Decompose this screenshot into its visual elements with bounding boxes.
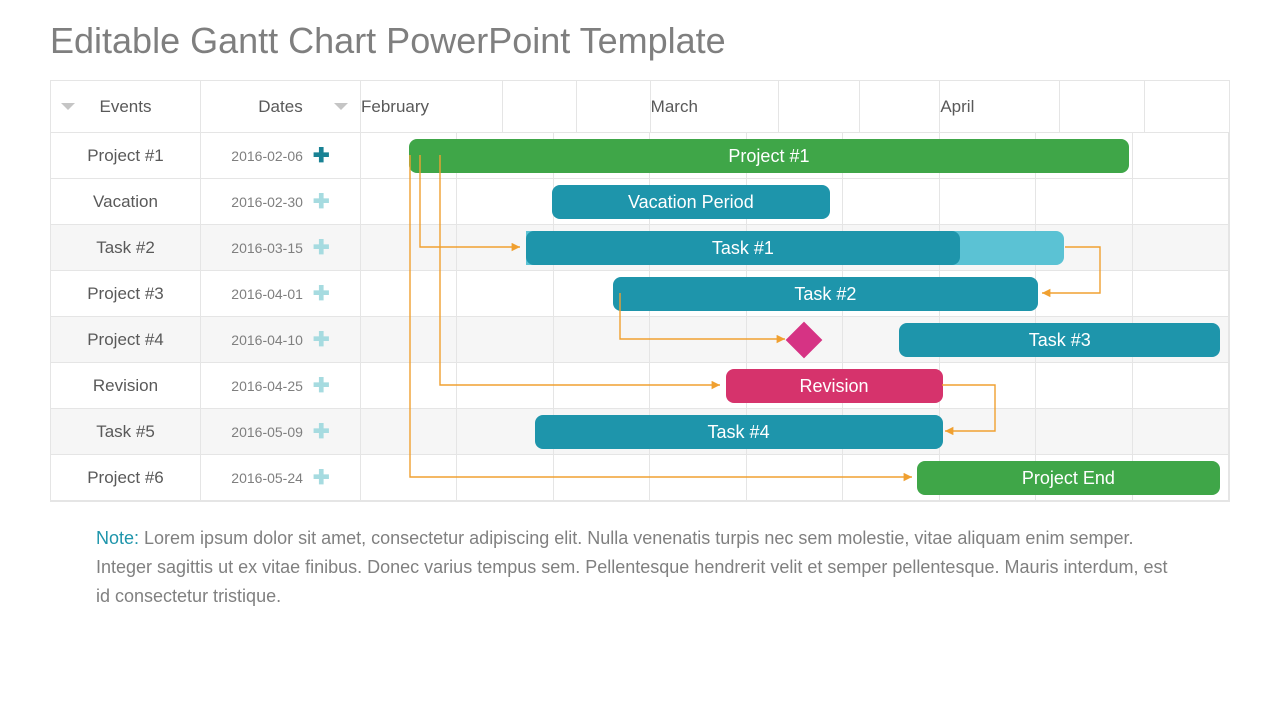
event-name: Project #3 — [51, 271, 201, 316]
event-name: Task #2 — [51, 225, 201, 270]
event-name: Project #1 — [51, 133, 201, 178]
month-col: February — [361, 81, 651, 132]
header-months: February March April — [361, 81, 1229, 132]
table-row: Task #2 2016-03-15✚ Task #1 — [51, 225, 1229, 271]
expand-icon[interactable]: ✚ — [313, 146, 330, 166]
footer-note: Note: Lorem ipsum dolor sit amet, consec… — [50, 502, 1230, 610]
table-row: Project #3 2016-04-01✚ Task #2 — [51, 271, 1229, 317]
header-dates[interactable]: Dates — [201, 81, 361, 132]
table-row: Project #1 2016-02-06✚ Project #1 — [51, 133, 1229, 179]
event-name: Project #4 — [51, 317, 201, 362]
event-date: 2016-05-24✚ — [201, 455, 361, 500]
bar-vacation[interactable]: Vacation Period — [552, 185, 830, 219]
header-events-label: Events — [100, 97, 152, 117]
table-row: Revision 2016-04-25✚ Revision — [51, 363, 1229, 409]
event-date: 2016-03-15✚ — [201, 225, 361, 270]
header-events[interactable]: Events — [51, 81, 201, 132]
header-dates-label: Dates — [258, 97, 302, 117]
event-date: 2016-04-10✚ — [201, 317, 361, 362]
bar-project-end[interactable]: Project End — [917, 461, 1221, 495]
note-label: Note: — [96, 528, 139, 548]
bar-revision[interactable]: Revision — [726, 369, 943, 403]
month-col: March — [651, 81, 941, 132]
event-name: Vacation — [51, 179, 201, 224]
expand-icon[interactable]: ✚ — [313, 284, 330, 304]
table-row: Vacation 2016-02-30✚ Vacation Period — [51, 179, 1229, 225]
event-date: 2016-05-09✚ — [201, 409, 361, 454]
chevron-down-icon[interactable] — [334, 103, 348, 110]
expand-icon[interactable]: ✚ — [313, 376, 330, 396]
gantt-header-row: Events Dates February March April — [51, 81, 1229, 133]
gantt-table: Events Dates February March April Projec… — [50, 80, 1230, 502]
expand-icon[interactable]: ✚ — [313, 422, 330, 442]
event-date: 2016-02-30✚ — [201, 179, 361, 224]
bar-project-1[interactable]: Project #1 — [409, 139, 1129, 173]
bar-task3[interactable]: Task #3 — [899, 323, 1220, 357]
chevron-down-icon[interactable] — [61, 103, 75, 110]
event-name: Revision — [51, 363, 201, 408]
expand-icon[interactable]: ✚ — [313, 468, 330, 488]
note-text: Lorem ipsum dolor sit amet, consectetur … — [96, 528, 1168, 606]
event-name: Task #5 — [51, 409, 201, 454]
expand-icon[interactable]: ✚ — [313, 330, 330, 350]
event-date: 2016-04-25✚ — [201, 363, 361, 408]
bar-task1[interactable]: Task #1 — [526, 231, 960, 265]
bar-task4[interactable]: Task #4 — [535, 415, 943, 449]
page-title: Editable Gantt Chart PowerPoint Template — [50, 20, 1230, 62]
table-row: Project #6 2016-05-24✚ Project End — [51, 455, 1229, 501]
table-row: Project #4 2016-04-10✚ Task #3 — [51, 317, 1229, 363]
month-col: April — [940, 81, 1229, 132]
event-name: Project #6 — [51, 455, 201, 500]
expand-icon[interactable]: ✚ — [313, 192, 330, 212]
event-date: 2016-02-06✚ — [201, 133, 361, 178]
expand-icon[interactable]: ✚ — [313, 238, 330, 258]
table-row: Task #5 2016-05-09✚ Task #4 — [51, 409, 1229, 455]
bar-task2[interactable]: Task #2 — [613, 277, 1038, 311]
event-date: 2016-04-01✚ — [201, 271, 361, 316]
